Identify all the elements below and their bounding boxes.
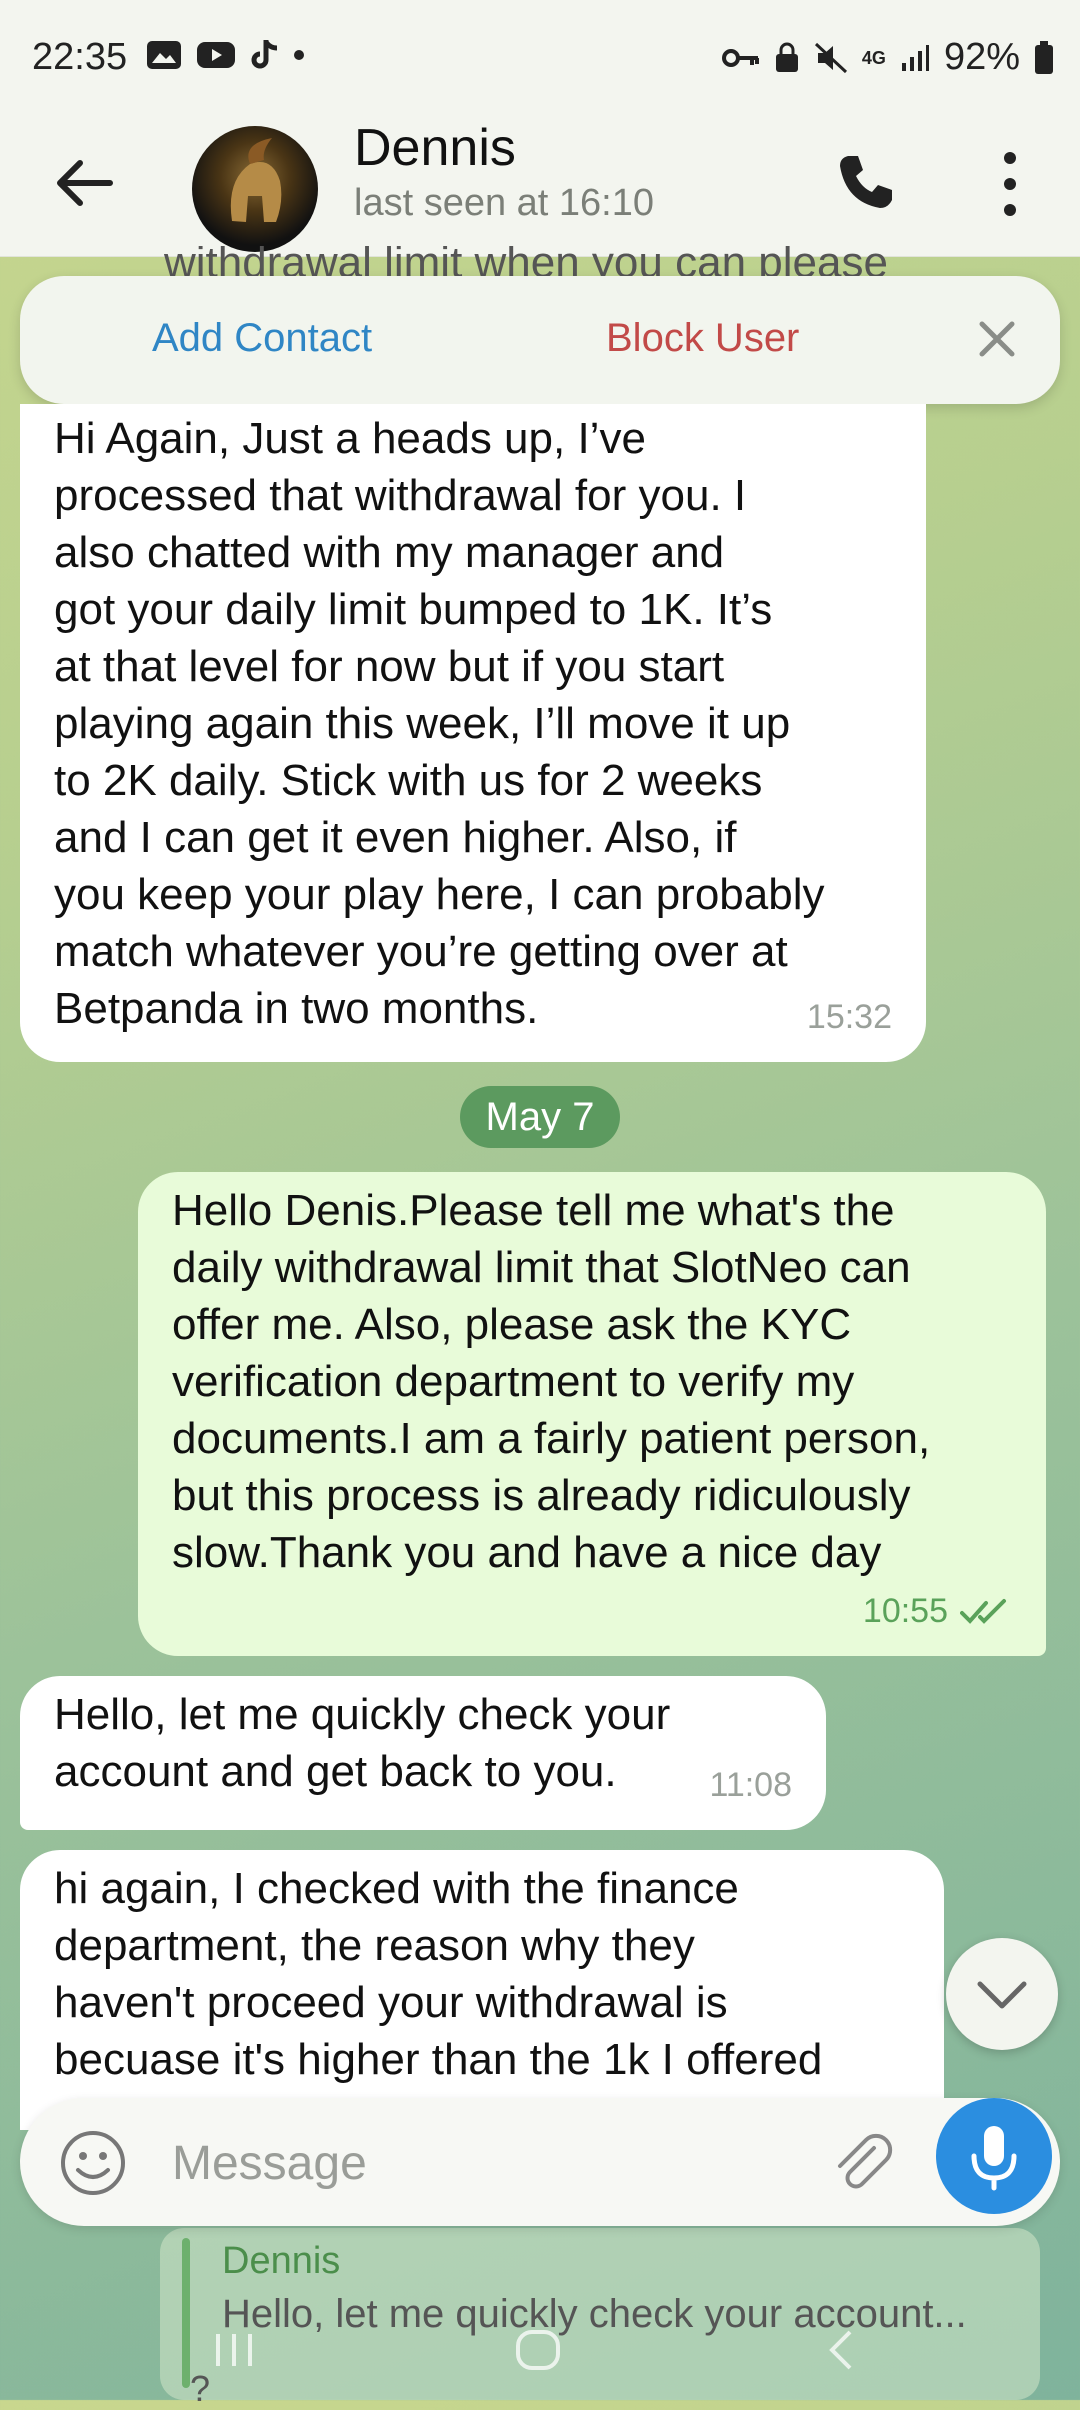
date-separator: May 7	[460, 1086, 620, 1148]
more-options-icon[interactable]	[990, 144, 1030, 224]
message-line: department, the reason why they	[54, 1921, 695, 1970]
signal-icon	[901, 44, 929, 71]
message-line: becuase it's higher than the 1k I offere…	[54, 2035, 823, 2084]
message-line: processed that withdrawal for you. I	[54, 471, 747, 520]
message-bubble-incoming[interactable]: hi again, I checked with the finance dep…	[20, 1850, 944, 2130]
message-bubble-incoming[interactable]: Hello, let me quickly check your account…	[20, 1676, 826, 1830]
system-nav-bar	[0, 2300, 1080, 2400]
chat-header: Dennis last seen at 16:10	[0, 118, 1080, 257]
quote-author: Dennis	[222, 2240, 341, 2282]
spartan-helmet-icon	[230, 138, 282, 222]
microphone-icon	[971, 2126, 1017, 2191]
message-line: account and get back to you.	[54, 1747, 617, 1796]
message-line: Hello Denis.Please tell me what's the	[172, 1186, 895, 1235]
battery-percent: 92%	[943, 36, 1020, 78]
message-line: verification department to verify my	[172, 1357, 855, 1406]
status-bar: 22:35 4G 92%	[0, 0, 1080, 118]
recent-apps-icon[interactable]	[204, 2320, 264, 2380]
message-line: got your daily limit bumped to 1K. It’s	[54, 585, 773, 634]
message-line: playing again this week, I’ll move it up	[54, 699, 791, 748]
message-bubble-outgoing[interactable]: Hello Denis.Please tell me what's the da…	[138, 1172, 1046, 1656]
message-meta: 10:55	[863, 1583, 1012, 1640]
double-check-icon	[960, 1598, 1006, 1624]
gallery-icon	[147, 41, 181, 69]
lock-icon	[775, 42, 798, 72]
message-bubble-incoming[interactable]: Hi Again, Just a heads up, I’ve processe…	[20, 404, 926, 1062]
battery-icon	[1035, 40, 1053, 74]
message-line: Hello, let me quickly check your	[54, 1690, 671, 1739]
message-line: slow.Thank you and have a nice day	[172, 1528, 882, 1577]
chevron-down-icon	[977, 1981, 1027, 2009]
network-label: 4G	[861, 47, 886, 68]
message-line: but this process is already ridiculously	[172, 1471, 911, 1520]
contact-name[interactable]: Dennis	[354, 118, 516, 178]
home-icon[interactable]	[508, 2320, 568, 2380]
block-user-button[interactable]: Block User	[606, 316, 799, 361]
message-line: documents.I am a fairly patient person,	[172, 1414, 931, 1463]
message-time: 10:55	[862, 1592, 948, 1630]
avatar[interactable]	[192, 126, 318, 252]
mute-icon	[814, 42, 847, 73]
contact-action-bar: Add Contact Block User	[20, 276, 1060, 404]
notification-dot-icon	[294, 50, 304, 60]
message-line: also chatted with my manager and	[54, 528, 725, 577]
message-composer: Message	[20, 2098, 1060, 2226]
partial-message-text: withdrawal limit when you can please	[164, 246, 888, 276]
close-icon[interactable]	[972, 314, 1022, 364]
add-contact-button[interactable]: Add Contact	[152, 316, 372, 361]
message-line: at that level for now but if you start	[54, 642, 725, 691]
message-line: offer me. Also, please ask the KYC	[172, 1300, 852, 1349]
attach-icon[interactable]	[826, 2126, 896, 2196]
message-input[interactable]: Message	[172, 2136, 367, 2191]
message-line: Betpanda in two months.	[54, 984, 539, 1033]
key-icon	[721, 48, 759, 67]
status-time: 22:35	[32, 36, 128, 78]
tiktok-icon	[251, 40, 278, 69]
last-seen-status: last seen at 16:10	[354, 182, 654, 224]
message-time: 15:32	[806, 998, 892, 1036]
message-line: match whatever you’re getting over at	[54, 927, 788, 976]
message-time: 11:08	[709, 1766, 792, 1804]
scroll-to-bottom-button[interactable]	[946, 1938, 1058, 2050]
message-line: you keep your play here, I can probably	[54, 870, 825, 919]
phone-icon[interactable]	[826, 142, 906, 222]
message-line: to 2K daily. Stick with us for 2 weeks	[54, 756, 763, 805]
back-icon[interactable]	[812, 2320, 872, 2380]
message-line: hi again, I checked with the finance	[54, 1864, 739, 1913]
youtube-icon	[197, 42, 235, 68]
message-line: haven't proceed your withdrawal is	[54, 1978, 728, 2027]
voice-record-button[interactable]	[936, 2098, 1052, 2214]
message-line: and I can get it even higher. Also, if	[54, 813, 737, 862]
message-line: Hi Again, Just a heads up, I’ve	[54, 414, 646, 463]
back-arrow-icon[interactable]	[50, 148, 120, 218]
message-line: daily withdrawal limit that SlotNeo can	[172, 1243, 911, 1292]
emoji-icon[interactable]	[58, 2128, 128, 2198]
